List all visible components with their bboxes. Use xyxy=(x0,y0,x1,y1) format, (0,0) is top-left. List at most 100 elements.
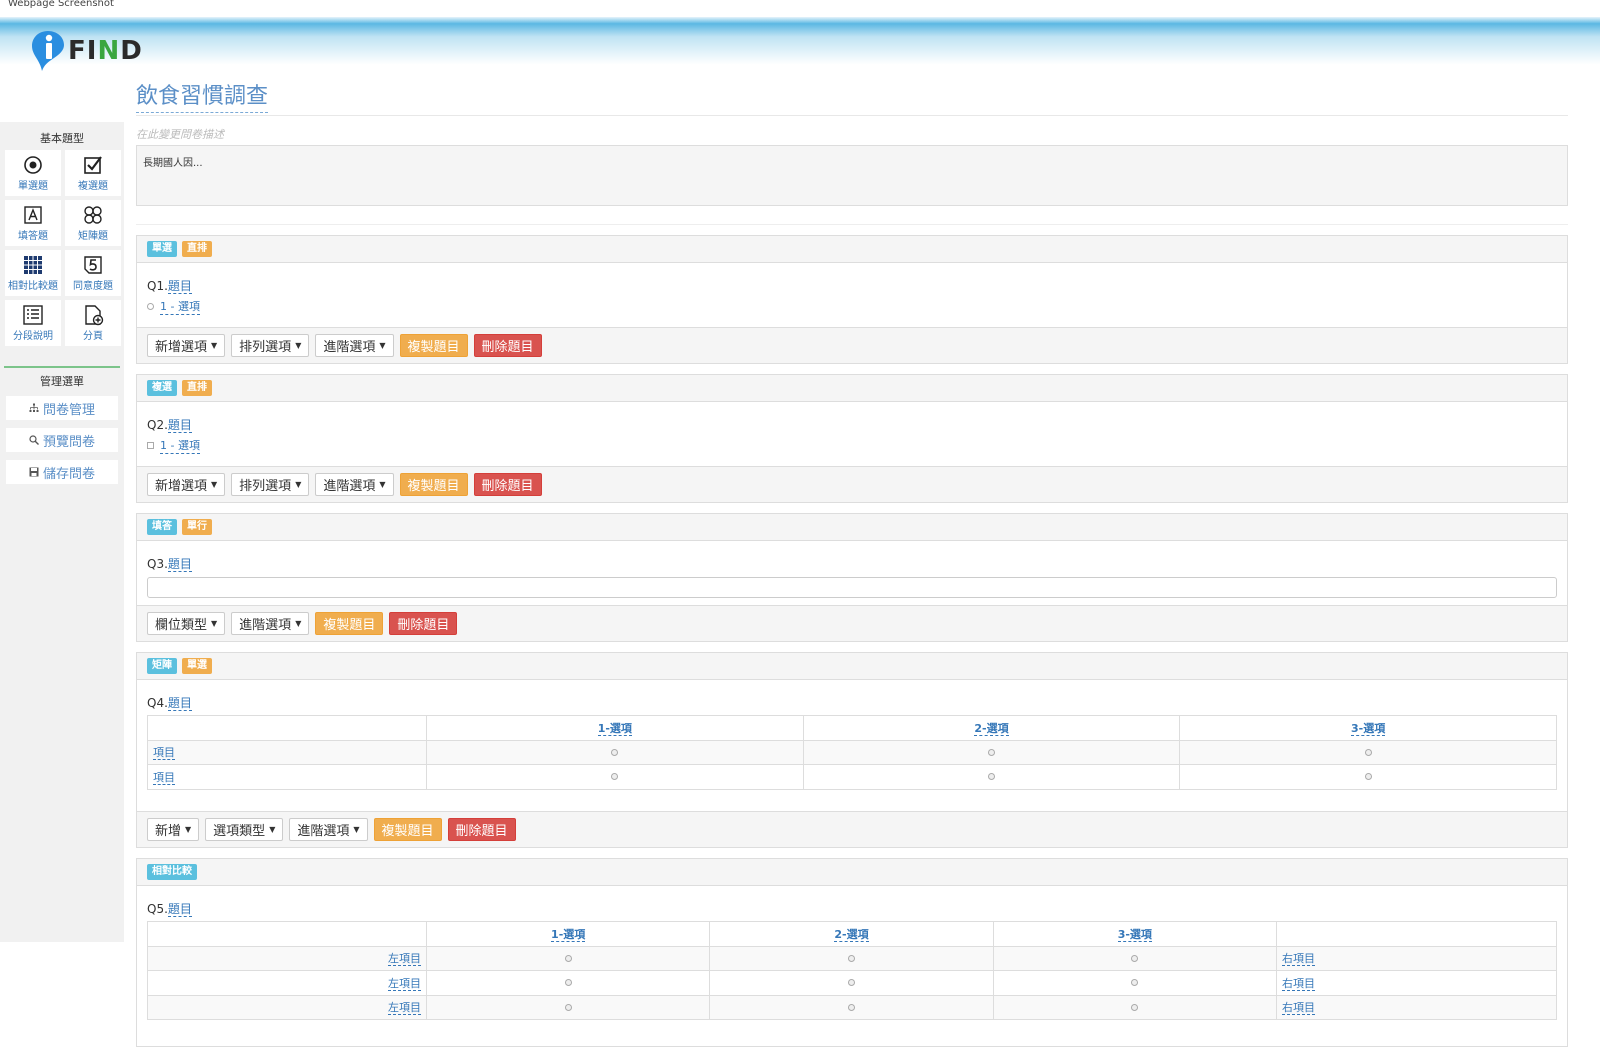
survey-preview-button[interactable]: 預覽問卷 xyxy=(6,428,118,452)
question-layout-badge: 單行 xyxy=(182,519,212,535)
grid-icon xyxy=(24,256,42,274)
matrix-column-label[interactable]: 1-選項 xyxy=(597,721,632,736)
question-toolbar: 欄位類型 ▼ 進階選項 ▼ 複製題目 刪除題目 xyxy=(137,605,1567,641)
radio-indicator[interactable] xyxy=(1364,773,1372,781)
question-header: 複選 直排 xyxy=(137,375,1567,402)
tool-relative-compare[interactable]: 相對比較題 xyxy=(5,250,61,296)
survey-save-button[interactable]: 儲存問卷 xyxy=(6,460,118,484)
option-type-button[interactable]: 選項類型 ▼ xyxy=(205,818,284,841)
copy-question-button[interactable]: 複製題目 xyxy=(399,334,468,357)
right-item-label[interactable]: 右項目 xyxy=(1282,1001,1315,1016)
caret-down-icon: ▼ xyxy=(269,825,276,834)
radio-indicator[interactable] xyxy=(564,1003,572,1011)
delete-question-button[interactable]: 刪除題目 xyxy=(473,334,542,357)
compare-row: 左項目 右項目 xyxy=(147,970,1557,996)
question-title-edit[interactable]: 題目 xyxy=(167,418,192,433)
section-divider xyxy=(136,224,1568,225)
copy-question-button[interactable]: 複製題目 xyxy=(315,612,384,635)
sort-option-button[interactable]: 排列選項 ▼ xyxy=(231,473,310,496)
ifind-logo[interactable]: FIND xyxy=(30,29,143,73)
question-title: Q2.題目 xyxy=(147,418,192,433)
delete-question-button[interactable]: 刪除題目 xyxy=(447,818,516,841)
radio-indicator[interactable] xyxy=(1131,979,1139,987)
right-item-label[interactable]: 右項目 xyxy=(1282,952,1315,967)
question-type-badge: 複選 xyxy=(147,380,177,396)
compare-header-row: 1-選項 2-選項 3-選項 xyxy=(147,921,1557,947)
advanced-option-button[interactable]: 進階選項 ▼ xyxy=(231,612,310,635)
left-item-label[interactable]: 左項目 xyxy=(388,952,421,967)
matrix-icon xyxy=(84,206,102,224)
radio-indicator[interactable] xyxy=(1131,1003,1139,1011)
tool-matrix[interactable]: 矩陣題 xyxy=(65,200,121,246)
survey-title[interactable]: 飲食習慣調查 xyxy=(136,82,269,113)
advanced-option-button[interactable]: 進階選項 ▼ xyxy=(289,818,368,841)
checkbox-indicator xyxy=(147,442,154,449)
checkbox-icon xyxy=(84,156,102,174)
survey-description-field[interactable]: 長期國人因... xyxy=(136,145,1568,206)
question-card-q1: 單選 直排 Q1.題目 1 - 選項 新增選項 ▼ 排列選項 ▼ 進階選項 ▼ 複製題… xyxy=(136,235,1568,364)
option-label[interactable]: 1 - 選項 xyxy=(160,437,200,454)
answer-text-input[interactable] xyxy=(147,577,1557,598)
question-title: Q4.題目 xyxy=(147,696,192,711)
delete-question-button[interactable]: 刪除題目 xyxy=(389,612,458,635)
option-item: 1 - 選項 xyxy=(147,298,1557,315)
question-card-q3: 填答 單行 Q3.題目 欄位類型 ▼ 進階選項 ▼ 複製題目 刪除題目 xyxy=(136,513,1568,642)
matrix-column-label[interactable]: 3-選項 xyxy=(1351,721,1386,736)
left-item-label[interactable]: 左項目 xyxy=(388,1001,421,1016)
caret-down-icon: ▼ xyxy=(211,341,218,350)
tool-text-answer[interactable]: 填答題 xyxy=(5,200,61,246)
field-type-button[interactable]: 欄位類型 ▼ xyxy=(147,612,226,635)
tool-page-break[interactable]: 分頁 xyxy=(65,300,121,346)
question-title: Q3.題目 xyxy=(147,557,192,572)
matrix-column-label[interactable]: 2-選項 xyxy=(974,721,1009,736)
copy-question-button[interactable]: 複製題目 xyxy=(399,473,468,496)
radio-indicator[interactable] xyxy=(611,773,619,781)
add-option-button[interactable]: 新增選項 ▼ xyxy=(147,473,226,496)
question-layout-badge: 單選 xyxy=(182,658,212,674)
radio-indicator[interactable] xyxy=(987,773,995,781)
delete-question-button[interactable]: 刪除題目 xyxy=(473,473,542,496)
advanced-option-button[interactable]: 進階選項 ▼ xyxy=(315,473,394,496)
radio-indicator[interactable] xyxy=(847,954,855,962)
list-icon xyxy=(23,305,43,325)
radio-indicator[interactable] xyxy=(847,979,855,987)
radio-indicator[interactable] xyxy=(1364,748,1372,756)
sort-option-button[interactable]: 排列選項 ▼ xyxy=(231,334,310,357)
radio-indicator[interactable] xyxy=(987,748,995,756)
question-body: Q4.題目 1-選項 2-選項 3-選項 項目 項目 xyxy=(137,680,1567,811)
radio-indicator[interactable] xyxy=(847,1003,855,1011)
compare-table: 1-選項 2-選項 3-選項 左項目 右項目 左項目 右項目 左項目 右項目 xyxy=(147,921,1557,1020)
radio-icon xyxy=(24,156,42,174)
radio-indicator[interactable] xyxy=(611,748,619,756)
question-title-edit[interactable]: 題目 xyxy=(167,696,192,711)
add-option-button[interactable]: 新增選項 ▼ xyxy=(147,334,226,357)
tool-single-choice[interactable]: 單選題 xyxy=(5,150,61,196)
tool-agreement-scale[interactable]: 同意度題 xyxy=(65,250,121,296)
question-type-badge: 填答 xyxy=(147,519,177,535)
matrix-row-label[interactable]: 項目 xyxy=(153,746,175,761)
compare-column-label[interactable]: 1-選項 xyxy=(551,927,586,942)
question-title-edit[interactable]: 題目 xyxy=(167,557,192,572)
survey-manage-button[interactable]: 問卷管理 xyxy=(6,396,118,420)
radio-indicator[interactable] xyxy=(1131,954,1139,962)
compare-column-label[interactable]: 2-選項 xyxy=(834,927,869,942)
description-hint: 在此變更問卷描述 xyxy=(136,128,224,141)
radio-indicator[interactable] xyxy=(564,979,572,987)
advanced-option-button[interactable]: 進階選項 ▼ xyxy=(315,334,394,357)
tool-section-description[interactable]: 分段說明 xyxy=(5,300,61,346)
option-label[interactable]: 1 - 選項 xyxy=(160,298,200,315)
caret-down-icon: ▼ xyxy=(211,480,218,489)
question-type-badge: 單選 xyxy=(147,241,177,257)
question-title-edit[interactable]: 題目 xyxy=(167,279,192,294)
matrix-row-label[interactable]: 項目 xyxy=(153,770,175,785)
right-item-label[interactable]: 右項目 xyxy=(1282,976,1315,991)
tool-multi-choice[interactable]: 複選題 xyxy=(65,150,121,196)
question-card-q5: 相對比較 Q5.題目 1-選項 2-選項 3-選項 左項目 右項目 左項目 右項… xyxy=(136,858,1568,1047)
left-item-label[interactable]: 左項目 xyxy=(388,976,421,991)
title-divider xyxy=(136,115,1568,116)
question-title-edit[interactable]: 題目 xyxy=(167,902,192,917)
radio-indicator[interactable] xyxy=(564,954,572,962)
copy-question-button[interactable]: 複製題目 xyxy=(373,818,442,841)
compare-column-label[interactable]: 3-選項 xyxy=(1117,927,1152,942)
add-button[interactable]: 新增 ▼ xyxy=(147,818,200,841)
